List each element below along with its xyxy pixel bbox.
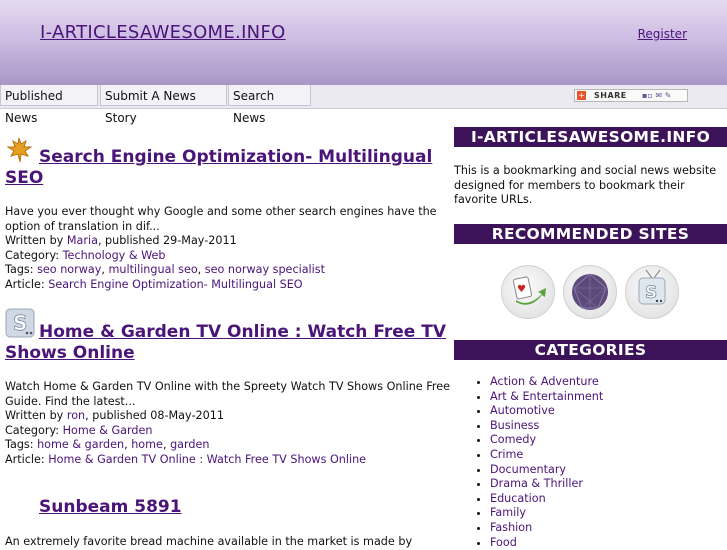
category-link[interactable]: Comedy <box>490 433 536 446</box>
story-category-line: Category: Technology & Web <box>5 249 450 264</box>
list-item: Business <box>490 419 603 434</box>
category-link[interactable]: Food <box>490 536 517 549</box>
tags-label: Tags: <box>5 438 38 452</box>
story-title: Search Engine Optimization- Multilingual… <box>5 147 450 189</box>
category-link[interactable]: Drama & Thriller <box>490 477 583 490</box>
list-item: Food <box>490 536 603 550</box>
published-date: , published 08-May-2011 <box>85 409 224 423</box>
category-link[interactable]: Automotive <box>490 404 555 417</box>
tv-spreety-icon: S <box>638 269 666 305</box>
story-tags-line: Tags: home & garden, home, garden <box>5 438 210 452</box>
tag-link[interactable]: home & garden <box>37 438 124 451</box>
recommended-site-link[interactable] <box>563 265 617 319</box>
story-title-link[interactable]: Home & Garden TV Online : Watch Free TV … <box>5 322 446 363</box>
story-article-line: Article: Search Engine Optimization- Mul… <box>5 278 450 293</box>
nav-published-news[interactable]: Published News <box>0 85 98 125</box>
category-link[interactable]: Action & Adventure <box>490 375 599 388</box>
story-summary: An extremely favorite bread machine avai… <box>5 535 413 548</box>
list-item: Education <box>490 492 603 507</box>
list-item: Documentary <box>490 463 603 478</box>
story-category-line: Category: Home & Garden <box>5 424 450 439</box>
written-by-label: Written by <box>5 409 67 423</box>
category-link[interactable]: Art & Entertainment <box>490 390 603 403</box>
tag-link[interactable]: home <box>131 438 163 451</box>
recommended-heading: RECOMMENDED SITES <box>454 224 727 244</box>
author-link[interactable]: ron <box>67 409 85 422</box>
recommended-site-link[interactable]: S <box>625 265 679 319</box>
list-item: Fashion <box>490 521 603 536</box>
story-summary: Have you ever thought why Google and som… <box>5 205 437 233</box>
story-title-link[interactable]: Search Engine Optimization- Multilingual… <box>5 147 432 188</box>
purple-sphere-icon <box>572 273 608 310</box>
category-link[interactable]: Crime <box>490 448 523 461</box>
story-article-line: Article: Home & Garden TV Online : Watch… <box>5 453 450 468</box>
story-title-link[interactable]: Sunbeam 5891 <box>39 497 182 517</box>
category-link[interactable]: Documentary <box>490 463 566 476</box>
list-item: Automotive <box>490 404 603 419</box>
cards-arrow-icon: ♥ <box>512 276 546 305</box>
list-item: Drama & Thriller <box>490 477 603 492</box>
category-link[interactable]: Education <box>490 492 546 505</box>
svg-text:S: S <box>645 283 657 303</box>
share-label: SHARE <box>594 91 627 100</box>
nav-bar: Published News Submit A News Story Searc… <box>0 85 727 125</box>
list-item: Comedy <box>490 433 603 448</box>
article-link[interactable]: Search Engine Optimization- Multilingual… <box>48 278 302 291</box>
story-author-line: Written by Maria, published 29-May-2011 <box>5 234 450 249</box>
story-meta: Watch Home & Garden TV Online with the S… <box>5 380 450 468</box>
list-item: Art & Entertainment <box>490 390 603 405</box>
story-summary: Watch Home & Garden TV Online with the S… <box>5 380 450 408</box>
nav-submit-news-story[interactable]: Submit A News Story <box>100 85 227 125</box>
share-button[interactable]: + SHARE ▪▫ ✉ ✎ <box>574 89 688 102</box>
categories-list: Action & Adventure Art & Entertainment A… <box>454 375 603 550</box>
register-link[interactable]: Register <box>638 27 687 41</box>
article-label: Article: <box>5 277 49 291</box>
article-link[interactable]: Home & Garden TV Online : Watch Free TV … <box>48 453 366 466</box>
share-services-icons: ▪▫ ✉ ✎ <box>642 91 672 100</box>
article-label: Article: <box>5 452 49 466</box>
nav-search-news[interactable]: Search News <box>228 85 311 125</box>
published-date: , published 29-May-2011 <box>97 234 237 248</box>
story-author-line: Written by ron, published 08-May-2011 <box>5 409 450 424</box>
category-link[interactable]: Fashion <box>490 521 532 534</box>
about-heading: I-ARTICLESAWESOME.INFO <box>454 127 727 147</box>
tags-label: Tags: <box>5 263 38 277</box>
category-link[interactable]: Family <box>490 506 526 519</box>
list-item: Family <box>490 506 603 521</box>
story-title: Home & Garden TV Online : Watch Free TV … <box>5 322 450 364</box>
category-link[interactable]: Business <box>490 419 539 432</box>
story-tags-line: Tags: seo norway, multilingual seo, seo … <box>5 263 325 277</box>
tag-link[interactable]: garden <box>170 438 209 451</box>
list-item: Action & Adventure <box>490 375 603 390</box>
share-icon: + <box>577 91 586 100</box>
tag-link[interactable]: seo norway <box>37 263 101 276</box>
site-title-link[interactable]: I-ARTICLESAWESOME.INFO <box>40 22 286 43</box>
recommended-site-link[interactable]: ♥ <box>501 265 555 319</box>
svg-text:♥: ♥ <box>517 284 526 295</box>
about-text: This is a bookmarking and social news we… <box>454 164 717 206</box>
written-by-label: Written by <box>5 234 67 248</box>
story-meta: Have you ever thought why Google and som… <box>5 205 450 293</box>
category-label: Category: <box>5 248 63 262</box>
category-link[interactable]: Home & Garden <box>63 424 153 437</box>
category-label: Category: <box>5 423 63 437</box>
author-link[interactable]: Maria <box>67 234 98 247</box>
story-title: Sunbeam 5891 <box>39 497 439 518</box>
categories-heading: CATEGORIES <box>454 340 727 360</box>
list-item: Crime <box>490 448 603 463</box>
tag-link[interactable]: seo norway specialist <box>205 263 325 276</box>
site-header: I-ARTICLESAWESOME.INFO Register <box>0 0 727 85</box>
tag-link[interactable]: multilingual seo <box>109 263 198 276</box>
category-link[interactable]: Technology & Web <box>63 249 166 262</box>
